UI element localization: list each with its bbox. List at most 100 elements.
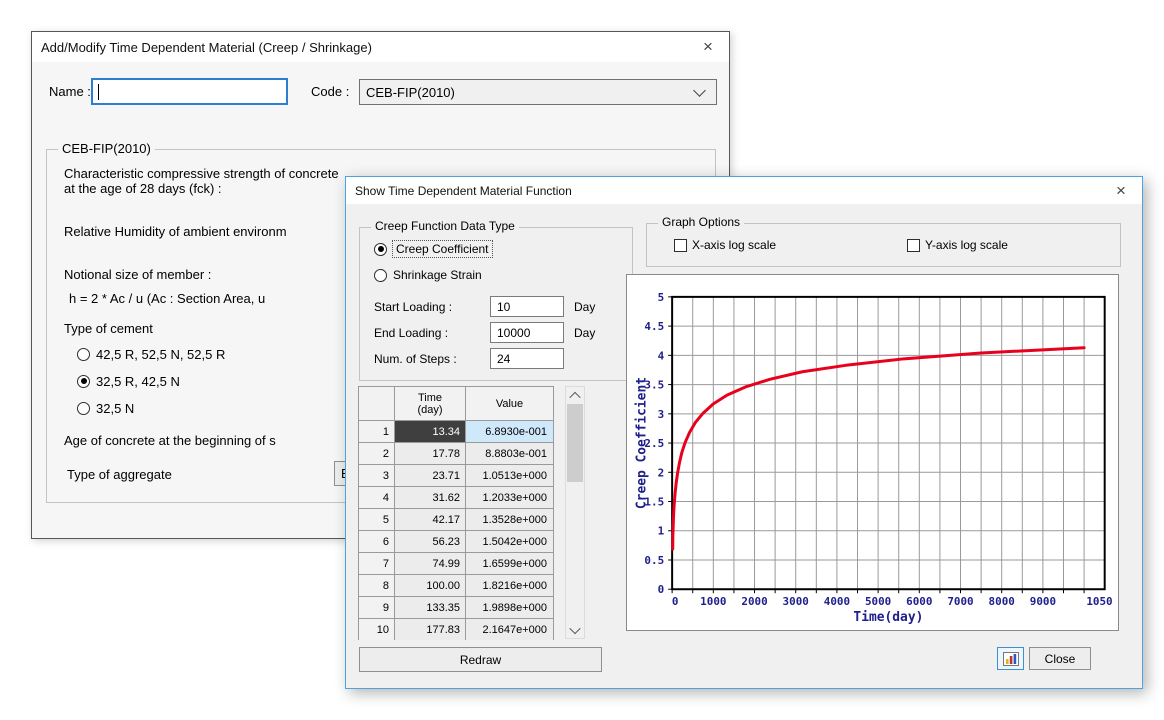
row-index-cell[interactable]: 6 — [359, 531, 395, 553]
radio-icon — [77, 348, 90, 361]
code-value: CEB-FIP(2010) — [360, 85, 695, 100]
table-scrollbar[interactable] — [565, 386, 585, 639]
age-label: Age of concrete at the beginning of s — [64, 433, 276, 448]
time-cell[interactable]: 133.35 — [395, 597, 466, 619]
time-cell[interactable]: 42.17 — [395, 509, 466, 531]
close-icon[interactable]: × — [1100, 177, 1142, 204]
svg-text:0: 0 — [658, 583, 665, 596]
time-cell[interactable]: 177.83 — [395, 619, 466, 640]
radio-label: Creep Coefficient — [393, 241, 492, 257]
creep-table: Time (day) Value 113.346.8930e-001217.78… — [358, 386, 585, 640]
aggregate-label: Type of aggregate — [67, 467, 172, 482]
value-cell[interactable]: 1.2033e+000 — [466, 487, 554, 509]
name-input[interactable] — [91, 78, 288, 105]
scroll-up-icon[interactable] — [566, 387, 584, 404]
svg-text:2: 2 — [658, 466, 665, 479]
creep-group-title: Creep Function Data Type — [371, 219, 519, 233]
table-header-index[interactable] — [359, 387, 395, 421]
table-row: 431.621.2033e+000 — [359, 487, 554, 509]
value-cell[interactable]: 2.1647e+000 — [466, 619, 554, 640]
creep-type-option[interactable]: Creep Coefficient — [374, 241, 492, 257]
creep-table-body: 113.346.8930e-001217.788.8803e-001323.71… — [359, 421, 554, 640]
notional-formula: h = 2 * Ac / u (Ac : Section Area, u — [69, 291, 265, 306]
creep-type-option[interactable]: Shrinkage Strain — [374, 267, 482, 283]
table-row: 8100.001.8216e+000 — [359, 575, 554, 597]
cement-type-label: Type of cement — [64, 321, 153, 336]
row-index-cell[interactable]: 9 — [359, 597, 395, 619]
value-cell[interactable]: 1.0513e+000 — [466, 465, 554, 487]
radio-label: 42,5 R, 52,5 N, 52,5 R — [96, 347, 225, 362]
graph-options-groupbox: Graph Options X-axis log scaleY-axis log… — [646, 223, 1121, 267]
bg-dialog-titlebar[interactable]: Add/Modify Time Dependent Material (Cree… — [32, 32, 729, 62]
checkbox-label: Y-axis log scale — [925, 238, 1008, 252]
time-cell[interactable]: 56.23 — [395, 531, 466, 553]
time-cell[interactable]: 74.99 — [395, 553, 466, 575]
svg-text:6000: 6000 — [906, 595, 932, 608]
field-label: End Loading : — [374, 326, 448, 340]
close-icon[interactable]: × — [687, 32, 729, 62]
text-caret — [98, 84, 99, 100]
time-cell[interactable]: 31.62 — [395, 487, 466, 509]
value-cell[interactable]: 1.3528e+000 — [466, 509, 554, 531]
row-index-cell[interactable]: 8 — [359, 575, 395, 597]
creep-type-groupbox: Creep Function Data Type Creep Coefficie… — [359, 227, 633, 381]
table-row: 656.231.5042e+000 — [359, 531, 554, 553]
loading-field-row: Num. of Steps : — [360, 348, 632, 370]
time-cell[interactable]: 17.78 — [395, 443, 466, 465]
cement-option[interactable]: 32,5 R, 42,5 N — [77, 373, 180, 389]
table-row: 113.346.8930e-001 — [359, 421, 554, 443]
redraw-button[interactable]: Redraw — [359, 647, 602, 672]
scrollbar-thumb[interactable] — [567, 404, 583, 482]
row-index-cell[interactable]: 5 — [359, 509, 395, 531]
cement-option[interactable]: 42,5 R, 52,5 N, 52,5 R — [77, 346, 225, 362]
svg-text:2000: 2000 — [741, 595, 767, 608]
value-cell[interactable]: 1.9898e+000 — [466, 597, 554, 619]
field-input[interactable] — [490, 322, 564, 343]
radio-icon — [77, 402, 90, 415]
svg-text:1: 1 — [658, 525, 665, 538]
table-row: 542.171.3528e+000 — [359, 509, 554, 531]
scroll-down-icon[interactable] — [566, 621, 584, 638]
show-material-function-dialog: Show Time Dependent Material Function × … — [345, 176, 1143, 689]
table-header-value[interactable]: Value — [466, 387, 554, 421]
table-row: 10177.832.1647e+000 — [359, 619, 554, 640]
svg-text:Creep Coefficient: Creep Coefficient — [634, 377, 649, 509]
svg-text:7000: 7000 — [947, 595, 973, 608]
row-index-cell[interactable]: 3 — [359, 465, 395, 487]
row-index-cell[interactable]: 7 — [359, 553, 395, 575]
svg-text:0: 0 — [672, 595, 679, 608]
close-button[interactable]: Close — [1029, 647, 1091, 670]
fg-dialog-titlebar[interactable]: Show Time Dependent Material Function × — [346, 177, 1142, 204]
graph-option-checkbox[interactable]: X-axis log scale — [674, 237, 776, 253]
cement-option[interactable]: 32,5 N — [77, 400, 134, 416]
value-cell[interactable]: 6.8930e-001 — [466, 421, 554, 443]
bg-dialog-title: Add/Modify Time Dependent Material (Cree… — [32, 40, 372, 55]
time-cell[interactable]: 23.71 — [395, 465, 466, 487]
value-cell[interactable]: 1.5042e+000 — [466, 531, 554, 553]
creep-table-grid: Time (day) Value 113.346.8930e-001217.78… — [358, 386, 554, 640]
value-cell[interactable]: 8.8803e-001 — [466, 443, 554, 465]
screen: Add/Modify Time Dependent Material (Cree… — [0, 0, 1164, 720]
export-chart-button[interactable] — [997, 647, 1024, 670]
fg-dialog-body: Creep Function Data Type Creep Coefficie… — [346, 204, 1142, 688]
value-cell[interactable]: 1.6599e+000 — [466, 553, 554, 575]
radio-icon — [77, 375, 90, 388]
row-index-cell[interactable]: 10 — [359, 619, 395, 640]
time-cell[interactable]: 13.34 — [395, 421, 466, 443]
code-select[interactable]: CEB-FIP(2010) — [359, 79, 717, 105]
radio-label: 32,5 N — [96, 401, 134, 416]
value-cell[interactable]: 1.8216e+000 — [466, 575, 554, 597]
time-cell[interactable]: 100.00 — [395, 575, 466, 597]
row-index-cell[interactable]: 4 — [359, 487, 395, 509]
row-index-cell[interactable]: 2 — [359, 443, 395, 465]
field-input[interactable] — [490, 348, 564, 369]
humidity-label: Relative Humidity of ambient environm — [64, 224, 287, 239]
table-row: 774.991.6599e+000 — [359, 553, 554, 575]
field-input[interactable] — [490, 296, 564, 317]
svg-text:8000: 8000 — [989, 595, 1015, 608]
table-header-time[interactable]: Time (day) — [395, 387, 466, 421]
fck-label-line2: at the age of 28 days (fck) : — [64, 181, 222, 196]
graph-option-checkbox[interactable]: Y-axis log scale — [907, 237, 1008, 253]
row-index-cell[interactable]: 1 — [359, 421, 395, 443]
checkbox-icon — [907, 239, 920, 252]
